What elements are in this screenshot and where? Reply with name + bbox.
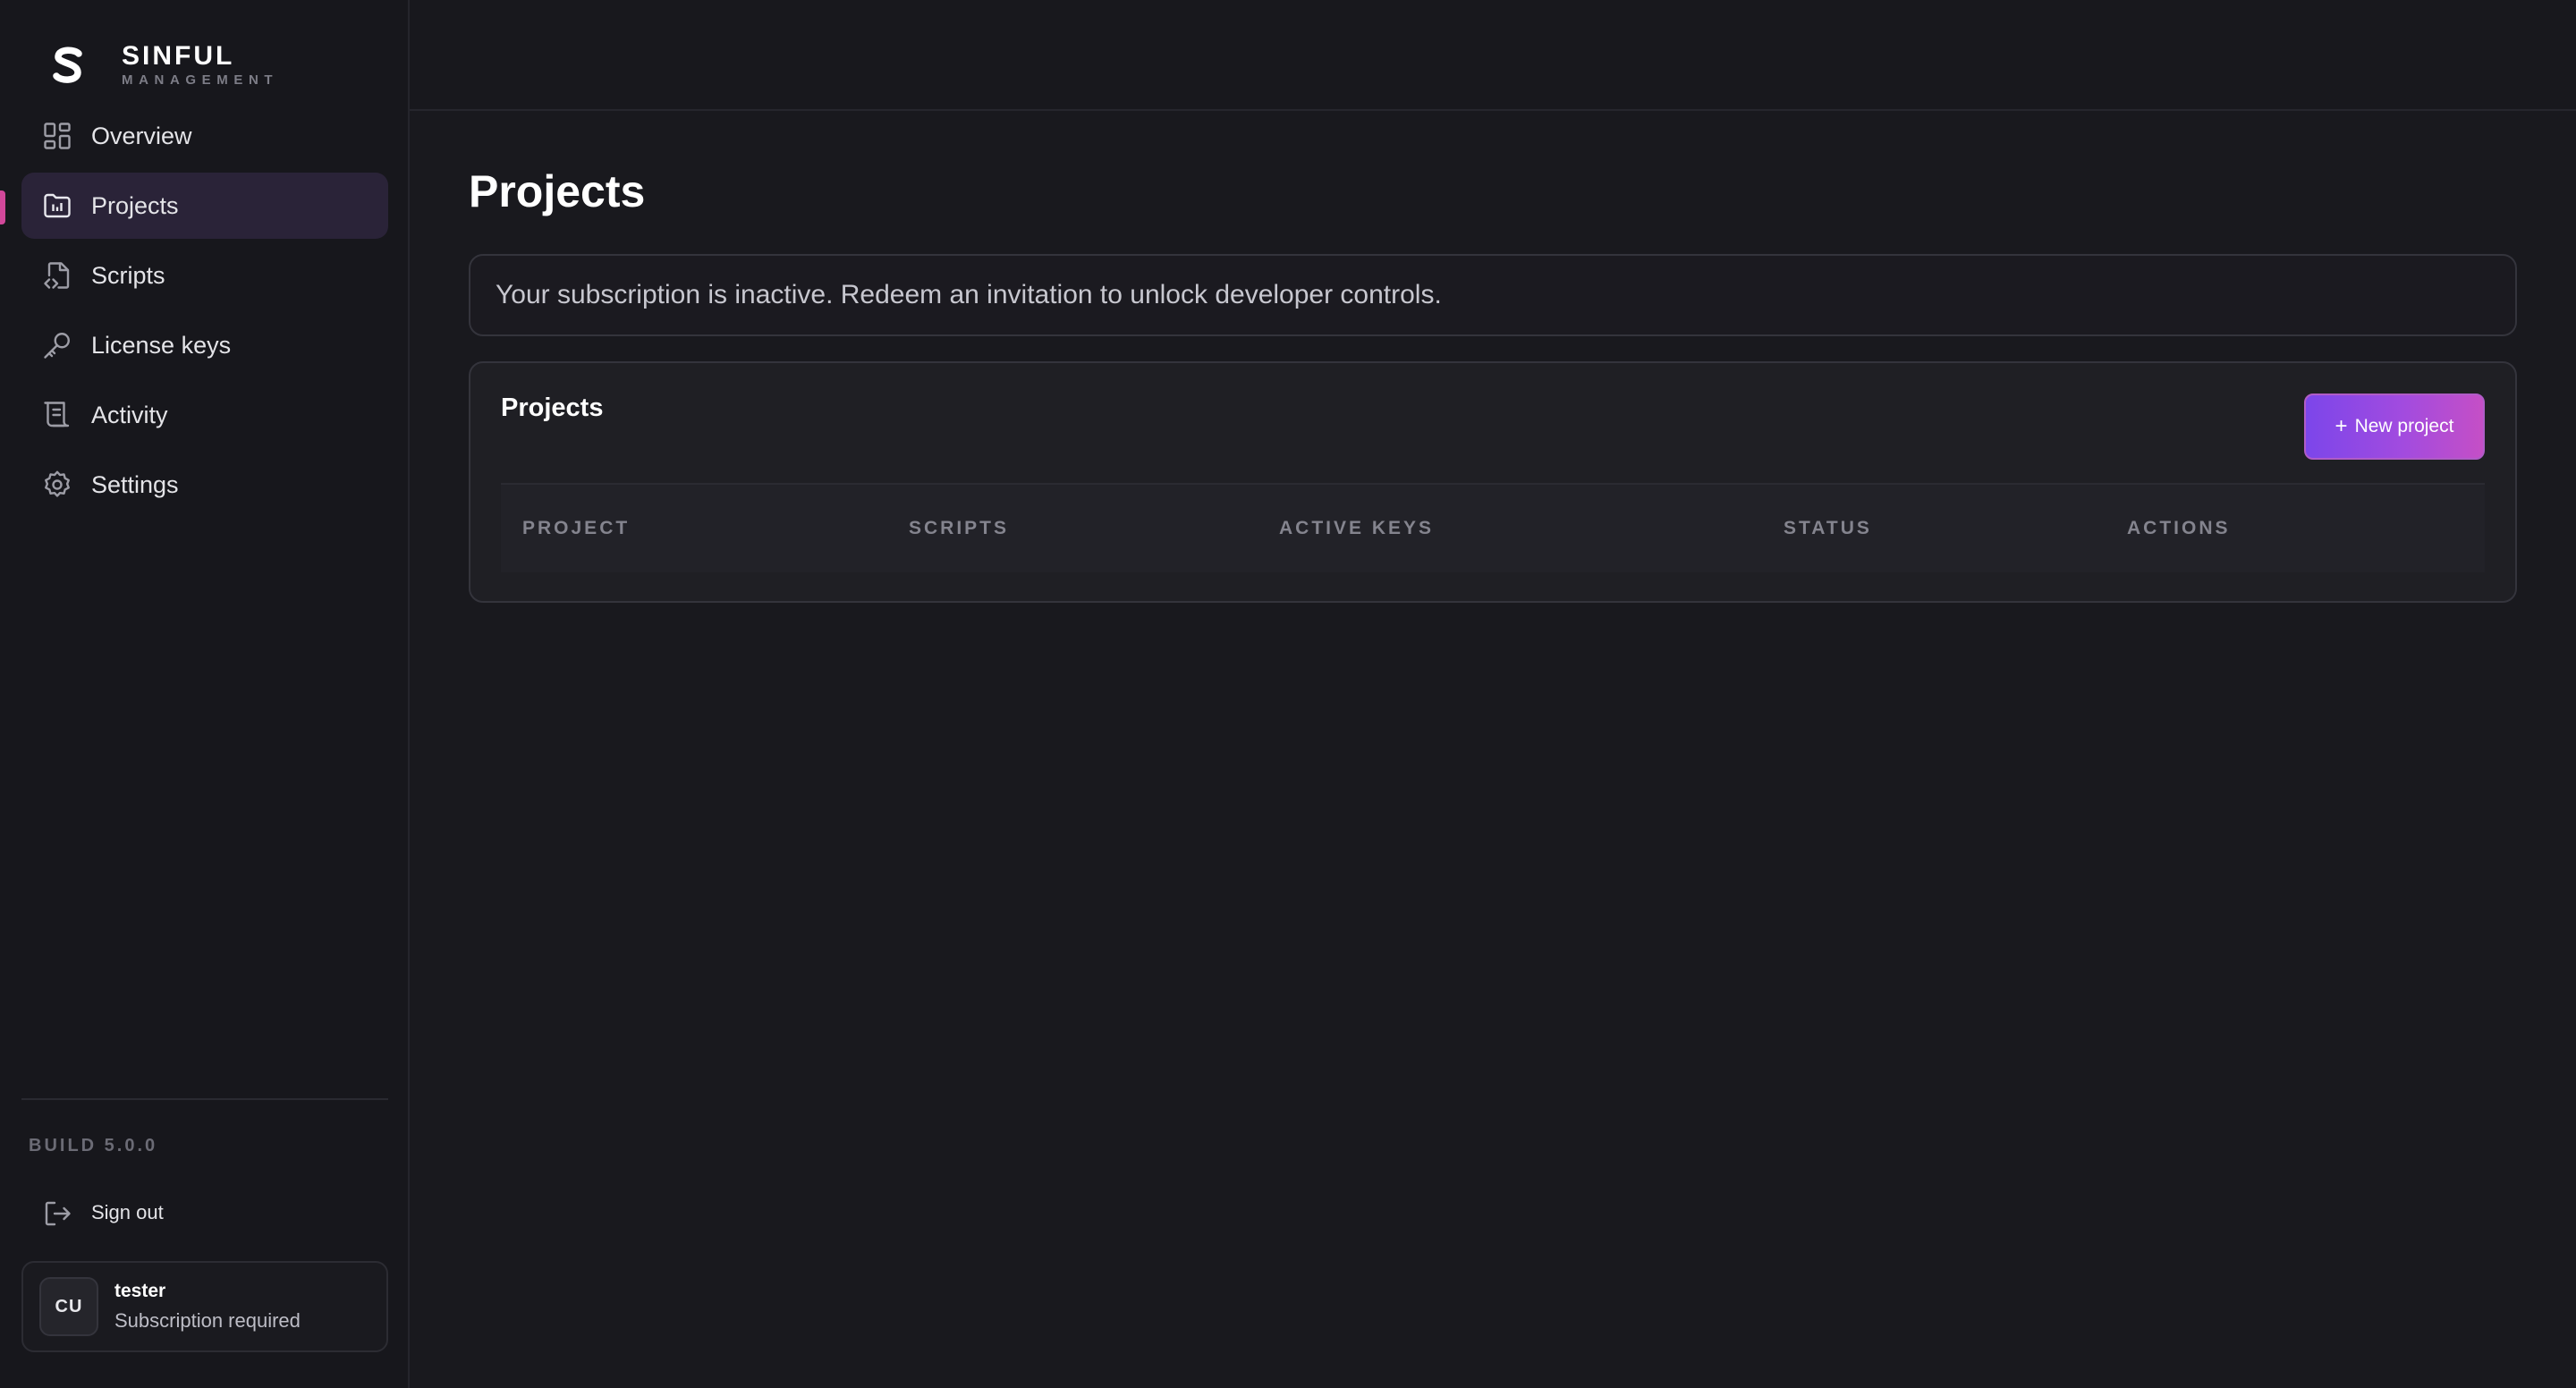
sidebar-item-activity[interactable]: Activity — [21, 382, 388, 448]
column-header-scripts: SCRIPTS — [909, 518, 1010, 538]
avatar: CU — [39, 1277, 98, 1336]
top-bar — [410, 0, 2576, 111]
sidebar-item-label: Activity — [91, 401, 168, 428]
content-area: Projects Your subscription is inactive. … — [469, 111, 2517, 603]
sidebar-item-label: Scripts — [91, 261, 165, 289]
page-title: Projects — [469, 166, 646, 216]
folder-chart-icon — [41, 190, 73, 222]
subscription-alert: Your subscription is inactive. Redeem an… — [469, 254, 2517, 336]
brand-s-logo-icon — [53, 47, 82, 83]
list-icon — [41, 399, 73, 431]
new-project-label: New project — [2354, 416, 2454, 436]
app-root: SINFUL MANAGEMENT Overview Projects Scri… — [0, 0, 2576, 1388]
column-header-status: STATUS — [1784, 518, 1872, 538]
main-content: Projects Your subscription is inactive. … — [410, 0, 2576, 1388]
sidebar-divider — [21, 1098, 388, 1100]
plus-icon: + — [2334, 414, 2348, 438]
user-name: tester — [114, 1281, 166, 1301]
brand-logo[interactable]: SINFUL MANAGEMENT — [50, 43, 278, 88]
column-header-project: PROJECT — [522, 518, 631, 538]
sidebar-item-settings[interactable]: Settings — [21, 452, 388, 518]
sidebar-item-label: Projects — [91, 191, 179, 219]
sidebar-item-projects[interactable]: Projects — [0, 173, 388, 239]
sign-out-icon — [41, 1198, 72, 1228]
sidebar-item-label: Overview — [91, 122, 192, 149]
file-code-icon — [41, 259, 73, 292]
sidebar: SINFUL MANAGEMENT Overview Projects Scri… — [0, 0, 410, 1388]
user-subscription-status: Subscription required — [114, 1309, 301, 1332]
brand-subtitle: MANAGEMENT — [122, 72, 279, 88]
sign-out-button[interactable]: Sign out — [21, 1189, 388, 1236]
sign-out-label: Sign out — [91, 1201, 164, 1223]
grid-icon — [41, 120, 73, 152]
projects-panel: Projects + New project PROJECT SCRIPTS A… — [469, 361, 2517, 603]
user-card[interactable]: CU tester Subscription required — [21, 1261, 388, 1352]
build-version: BUILD 5.0.0 — [29, 1136, 158, 1155]
sidebar-item-label: License keys — [91, 331, 232, 359]
key-icon — [41, 329, 73, 361]
sidebar-item-overview[interactable]: Overview — [21, 103, 388, 169]
sidebar-item-scripts[interactable]: Scripts — [21, 242, 388, 309]
new-project-button[interactable]: + New project — [2304, 394, 2485, 460]
brand-name: SINFUL — [122, 41, 235, 71]
sidebar-item-label: Settings — [91, 470, 179, 498]
sidebar-item-license-keys[interactable]: License keys — [21, 312, 388, 378]
sidebar-nav: Overview Projects Scripts License keys A… — [0, 103, 388, 521]
column-header-active-keys: ACTIVE KEYS — [1279, 518, 1435, 538]
gear-icon — [41, 469, 73, 501]
column-header-actions: ACTIONS — [2127, 518, 2231, 538]
table-header: PROJECT SCRIPTS ACTIVE KEYS STATUS ACTIO… — [501, 485, 2485, 572]
panel-title: Projects — [501, 394, 604, 422]
